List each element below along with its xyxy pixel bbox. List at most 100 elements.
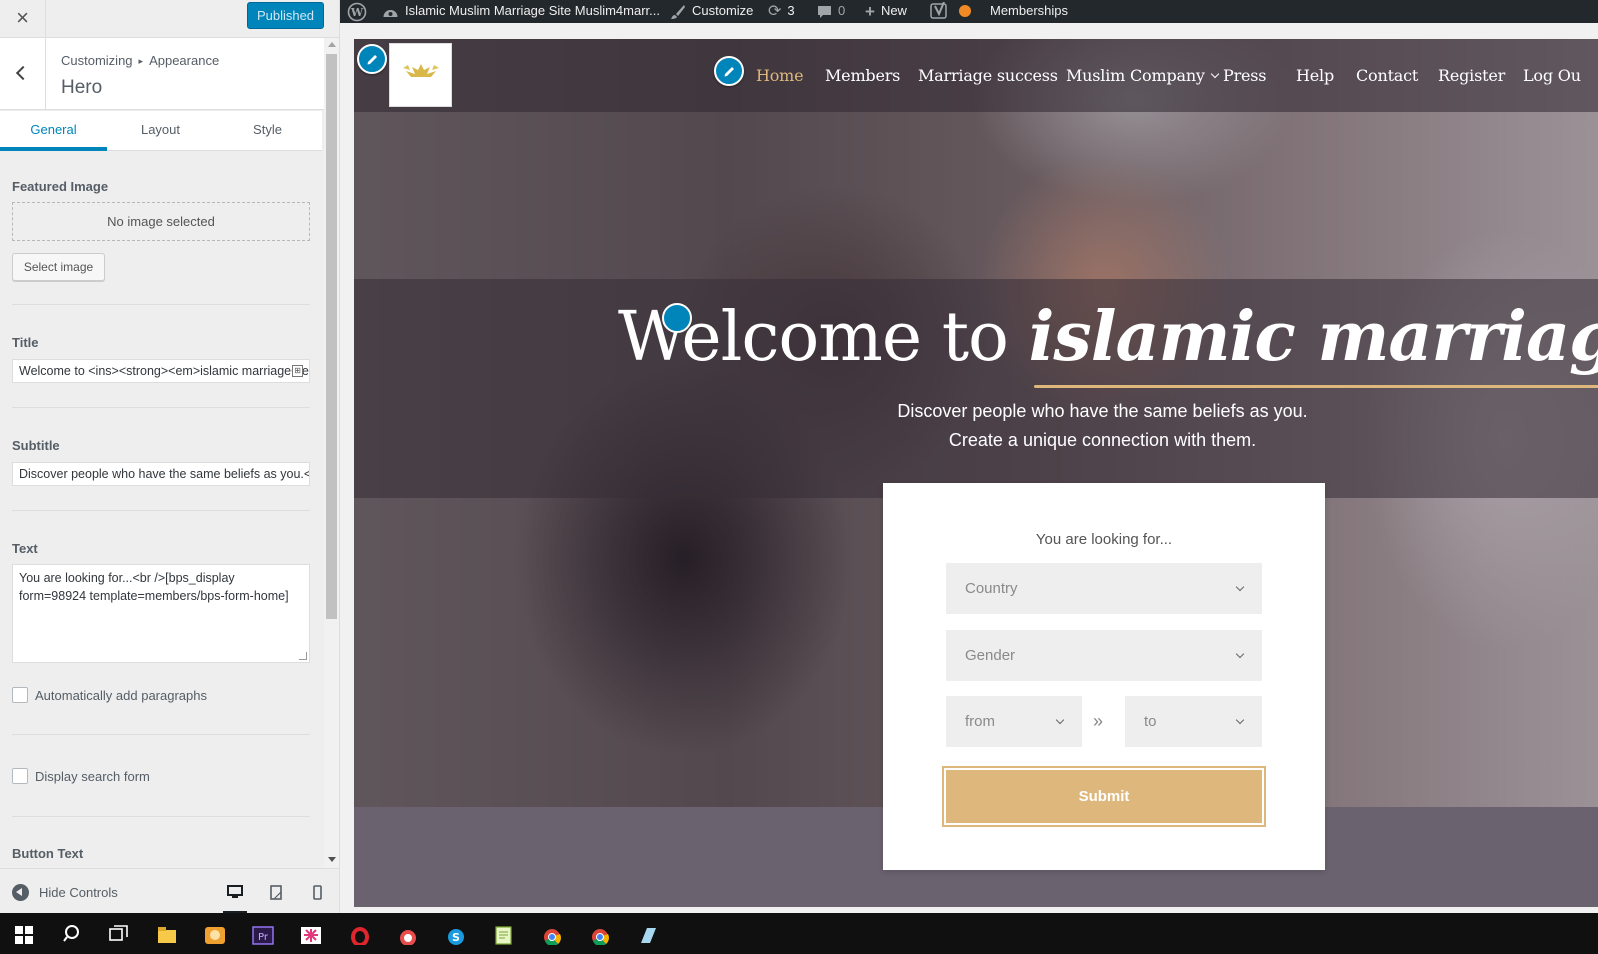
- edit-menu-icon[interactable]: [714, 56, 744, 86]
- logo-emblem-icon: [403, 64, 439, 77]
- divider: [12, 304, 310, 305]
- dashboard-icon: [383, 9, 398, 17]
- site-frame: Home Members Marriage success Muslim Com…: [354, 39, 1598, 907]
- app-icon-red[interactable]: [397, 923, 419, 945]
- nav-item-muslim-company[interactable]: Muslim Company: [1066, 66, 1220, 85]
- gender-select-value: Gender: [965, 647, 1016, 664]
- chrome-icon-2[interactable]: [589, 923, 611, 945]
- updates-link[interactable]: ⟳ 3: [768, 0, 795, 23]
- insert-media-icon[interactable]: ⊞: [292, 365, 303, 377]
- subtitle-input[interactable]: Discover people who have the same belief…: [12, 462, 310, 486]
- title-input[interactable]: Welcome to <ins><strong><em>islamic marr…: [12, 359, 310, 383]
- country-select[interactable]: Country: [946, 563, 1262, 614]
- close-icon[interactable]: ×: [0, 0, 46, 38]
- nav-item-members[interactable]: Members: [825, 66, 900, 85]
- title-label: Title: [12, 335, 39, 350]
- customizer-sidebar: × Published Customizing ▸ Appearance Hero …: [0, 0, 340, 932]
- divider: [12, 510, 310, 511]
- nav-item-log-out[interactable]: Log Ou: [1523, 66, 1581, 85]
- premiere-pro-icon[interactable]: Pr: [252, 923, 274, 945]
- tablet-icon[interactable]: [264, 881, 288, 903]
- nav-item-press[interactable]: Press: [1223, 66, 1267, 85]
- hide-controls-button[interactable]: Hide Controls: [39, 885, 118, 900]
- app-icon-multicolor[interactable]: [300, 923, 322, 945]
- breadcrumb-section: Appearance: [149, 53, 220, 68]
- gender-select[interactable]: Gender: [946, 630, 1262, 681]
- display-search-checkbox[interactable]: [12, 768, 28, 784]
- nav-item-contact[interactable]: Contact: [1356, 66, 1418, 85]
- edit-hero-shortcut-icon[interactable]: [662, 303, 692, 333]
- age-from-select[interactable]: from: [946, 696, 1082, 747]
- divider: [12, 407, 310, 408]
- hero-subtitle-line-2: Create a unique connection with them.: [948, 430, 1257, 450]
- auto-paragraphs-label: Automatically add paragraphs: [35, 688, 207, 703]
- plus-icon: +: [865, 1, 875, 21]
- hero-title: Welcome to islamic marriage: [618, 297, 1598, 377]
- collapse-sidebar-icon[interactable]: [12, 884, 29, 901]
- windows-start-icon[interactable]: [13, 923, 35, 945]
- site-navigation: Home Members Marriage success Muslim Com…: [354, 39, 1598, 112]
- screen: × Published Customizing ▸ Appearance Hero …: [0, 0, 1598, 954]
- text-textarea[interactable]: You are looking for...<br />[bps_display…: [12, 564, 310, 663]
- windows-taskbar: Pr S: [0, 913, 1598, 954]
- edit-shortcut-icon[interactable]: [357, 44, 387, 74]
- new-content-link[interactable]: + New: [865, 0, 907, 23]
- hero-subtitle-line-1: Discover people who have the same belief…: [897, 401, 1308, 421]
- published-button[interactable]: Published: [247, 2, 324, 29]
- back-button[interactable]: [0, 38, 46, 110]
- image-placeholder[interactable]: No image selected: [12, 202, 310, 241]
- chevron-down-icon: [1235, 582, 1245, 592]
- tab-layout[interactable]: Layout: [107, 111, 214, 151]
- nav-item-register[interactable]: Register: [1438, 66, 1505, 85]
- submit-button[interactable]: Submit: [942, 766, 1266, 827]
- scrollbar-thumb[interactable]: [326, 54, 337, 619]
- mobile-icon[interactable]: [305, 881, 329, 903]
- task-view-icon[interactable]: [108, 923, 130, 945]
- age-to-select[interactable]: to: [1125, 696, 1262, 747]
- chevron-down-icon: [1055, 715, 1065, 725]
- site-name-link[interactable]: Islamic Muslim Marriage Site Muslim4marr…: [382, 0, 660, 23]
- file-explorer-icon[interactable]: [156, 923, 178, 945]
- chevron-left-icon: [15, 65, 31, 81]
- scroll-up-icon[interactable]: [328, 42, 336, 47]
- tab-style[interactable]: Style: [214, 111, 321, 151]
- memberships-link[interactable]: Memberships: [990, 0, 1068, 23]
- sidebar-scrollbar[interactable]: [324, 38, 339, 868]
- hero-subtitle: Discover people who have the same belief…: [654, 397, 1551, 455]
- notepad-icon[interactable]: [493, 923, 515, 945]
- chevron-down-icon: [1210, 69, 1220, 79]
- svg-text:S: S: [452, 931, 460, 944]
- search-icon[interactable]: [62, 923, 84, 945]
- chevron-down-icon: [1235, 715, 1245, 725]
- site-name: Islamic Muslim Marriage Site Muslim4marr…: [405, 3, 660, 18]
- comments-link[interactable]: 0: [817, 0, 845, 23]
- resize-handle-icon[interactable]: [299, 652, 307, 660]
- select-image-button[interactable]: Select image: [12, 253, 105, 281]
- wordpress-logo-icon[interactable]: W: [347, 0, 373, 23]
- nav-item-home[interactable]: Home: [756, 66, 804, 85]
- chrome-icon[interactable]: [541, 923, 563, 945]
- yoast-seo-icon[interactable]: [930, 0, 948, 23]
- tab-general[interactable]: General: [0, 111, 107, 151]
- scroll-down-icon[interactable]: [328, 857, 336, 862]
- desktop-icon[interactable]: [223, 881, 247, 914]
- site-logo[interactable]: [389, 43, 452, 107]
- nav-item-marriage-success[interactable]: Marriage success: [918, 66, 1058, 85]
- age-to-value: to: [1144, 713, 1157, 730]
- range-separator-icon: »: [1093, 711, 1104, 731]
- app-icon-orange[interactable]: [204, 923, 226, 945]
- app-icon-blue[interactable]: [637, 923, 659, 945]
- skype-icon[interactable]: S: [445, 923, 467, 945]
- title-underline: [1034, 385, 1598, 388]
- customize-link[interactable]: Customize: [670, 0, 753, 23]
- divider: [12, 816, 310, 817]
- divider: [12, 734, 310, 735]
- site-preview: Home Members Marriage success Muslim Com…: [340, 23, 1598, 932]
- auto-paragraphs-checkbox[interactable]: [12, 687, 28, 703]
- age-from-value: from: [965, 713, 995, 730]
- opera-icon[interactable]: [349, 923, 371, 945]
- comment-icon: [818, 5, 831, 18]
- nav-item-help[interactable]: Help: [1296, 66, 1334, 85]
- seo-status-dot-icon: [959, 5, 971, 17]
- section-header: Customizing ▸ Appearance Hero: [0, 38, 324, 110]
